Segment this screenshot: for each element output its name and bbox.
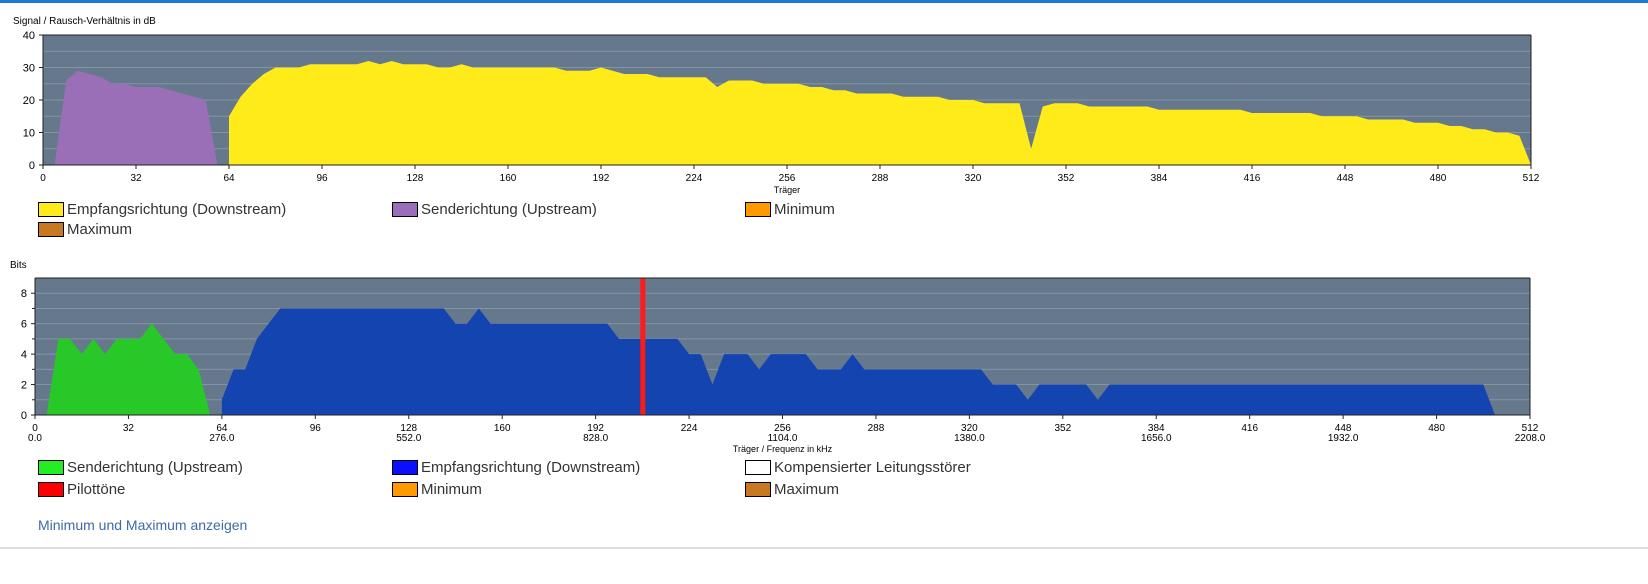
x-tick-label: 96 [310,423,322,434]
pilot-tone-marker [640,278,646,415]
legend-snr-downstream: Empfangsrichtung (Downstream) [38,201,286,218]
x-tick-label: 96 [316,173,328,184]
y-tick-label: 20 [23,95,35,107]
x-tick-label: 160 [500,173,517,184]
x-tick-khz-label: 276.0 [209,433,234,444]
x-tick-label: 384 [1151,173,1168,184]
y-tick-label: 8 [21,288,27,300]
y-tick-label: 0 [21,410,27,422]
x-tick-label: 0 [40,173,46,184]
x-tick-label: 512 [1523,173,1540,184]
legend-snr-minimum: Minimum [745,201,835,218]
x-tick-label: 128 [407,173,424,184]
legend-bits-compensated: Kompensierter Leitungsstörer [745,459,971,476]
x-tick-label: 352 [1054,423,1071,434]
legend-bits-minimum: Minimum [392,481,482,498]
legend-snr-upstream: Senderichtung (Upstream) [392,201,597,218]
x-tick-khz-label: 1656.0 [1141,433,1172,444]
legend-snr-maximum: Maximum [38,221,132,238]
show-min-max-link[interactable]: Minimum und Maximum anzeigen [38,517,247,533]
x-tick-khz-label: 828.0 [583,433,608,444]
x-tick-label: 224 [686,173,703,184]
x-tick-label: 32 [123,423,135,434]
y-tick-label: 6 [21,319,27,331]
chart-title: Signal / Rausch-Verhältnis in dB [13,16,156,27]
x-tick-khz-label: 1380.0 [954,433,985,444]
divider [0,547,1648,549]
y-tick-label: 40 [23,30,35,42]
x-tick-label: 352 [1058,173,1075,184]
x-tick-label: 224 [681,423,698,434]
y-tick-label: 30 [23,63,35,75]
legend-bits-downstream: Empfangsrichtung (Downstream) [392,459,640,476]
x-tick-label: 480 [1428,423,1445,434]
x-tick-label: 480 [1430,173,1447,184]
x-tick-label: 256 [779,173,796,184]
x-tick-khz-label: 1932.0 [1328,433,1359,444]
x-tick-label: 320 [965,173,982,184]
chart-title: Bits [10,260,27,271]
x-tick-khz-label: 2208.0 [1515,433,1546,444]
x-tick-khz-label: 552.0 [396,433,421,444]
y-tick-label: 2 [21,380,27,392]
x-tick-label: 192 [593,173,610,184]
x-tick-khz-label: 1104.0 [768,433,798,444]
x-tick-label: 416 [1241,423,1258,434]
x-tick-label: 288 [868,423,885,434]
legend-bits-pilot: Pilottöne [38,481,125,498]
x-axis-label: Träger [774,185,800,195]
x-tick-label: 160 [494,423,511,434]
x-axis-label: Träger / Frequenz in kHz [733,444,833,454]
x-tick-label: 64 [223,173,235,184]
x-tick-khz-label: 0.0 [28,433,42,444]
x-tick-label: 288 [872,173,889,184]
y-tick-label: 10 [23,128,35,140]
x-tick-label: 448 [1337,173,1354,184]
x-tick-label: 416 [1244,173,1261,184]
legend-bits-upstream: Senderichtung (Upstream) [38,459,243,476]
legend-bits-maximum: Maximum [745,481,839,498]
y-tick-label: 0 [29,160,35,172]
y-tick-label: 4 [21,349,27,361]
x-tick-label: 32 [130,173,142,184]
